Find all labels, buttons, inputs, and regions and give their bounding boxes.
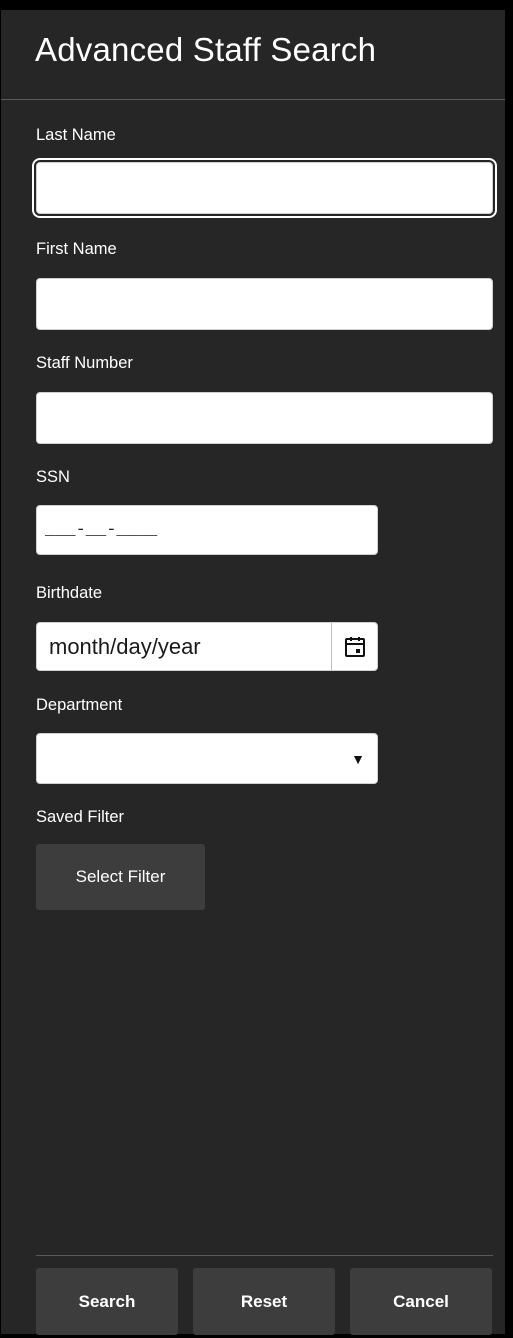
department-select[interactable]: ▼ [36,733,378,784]
last-name-label: Last Name [36,126,116,144]
reset-button[interactable]: Reset [193,1268,335,1335]
staff-number-input[interactable] [36,392,493,444]
birthdate-input[interactable]: month/day/year [36,622,378,671]
panel-title: Advanced Staff Search [35,31,377,68]
staff-number-label: Staff Number [36,354,133,372]
first-name-input[interactable] [36,278,493,330]
birthdate-placeholder: month/day/year [49,633,201,659]
ssn-label: SSN [36,468,70,486]
ssn-mask: ___-__-____ [45,521,158,540]
panel-header: Advanced Staff Search [1,10,505,100]
caret-down-icon: ▼ [351,751,365,767]
ssn-input[interactable]: ___-__-____ [36,505,378,555]
calendar-button[interactable] [331,623,377,670]
first-name-label: First Name [36,240,117,258]
birthdate-label: Birthdate [36,584,103,602]
select-filter-button[interactable]: Select Filter [36,844,205,910]
saved-filter-label: Saved Filter [36,808,125,826]
last-name-input[interactable] [36,162,493,214]
cancel-button[interactable]: Cancel [350,1268,492,1335]
calendar-icon [344,636,365,657]
footer-divider [36,1255,493,1256]
search-button[interactable]: Search [36,1268,178,1335]
advanced-staff-search-panel: Advanced Staff Search Last Name First Na… [0,0,513,1338]
department-label: Department [36,696,123,714]
